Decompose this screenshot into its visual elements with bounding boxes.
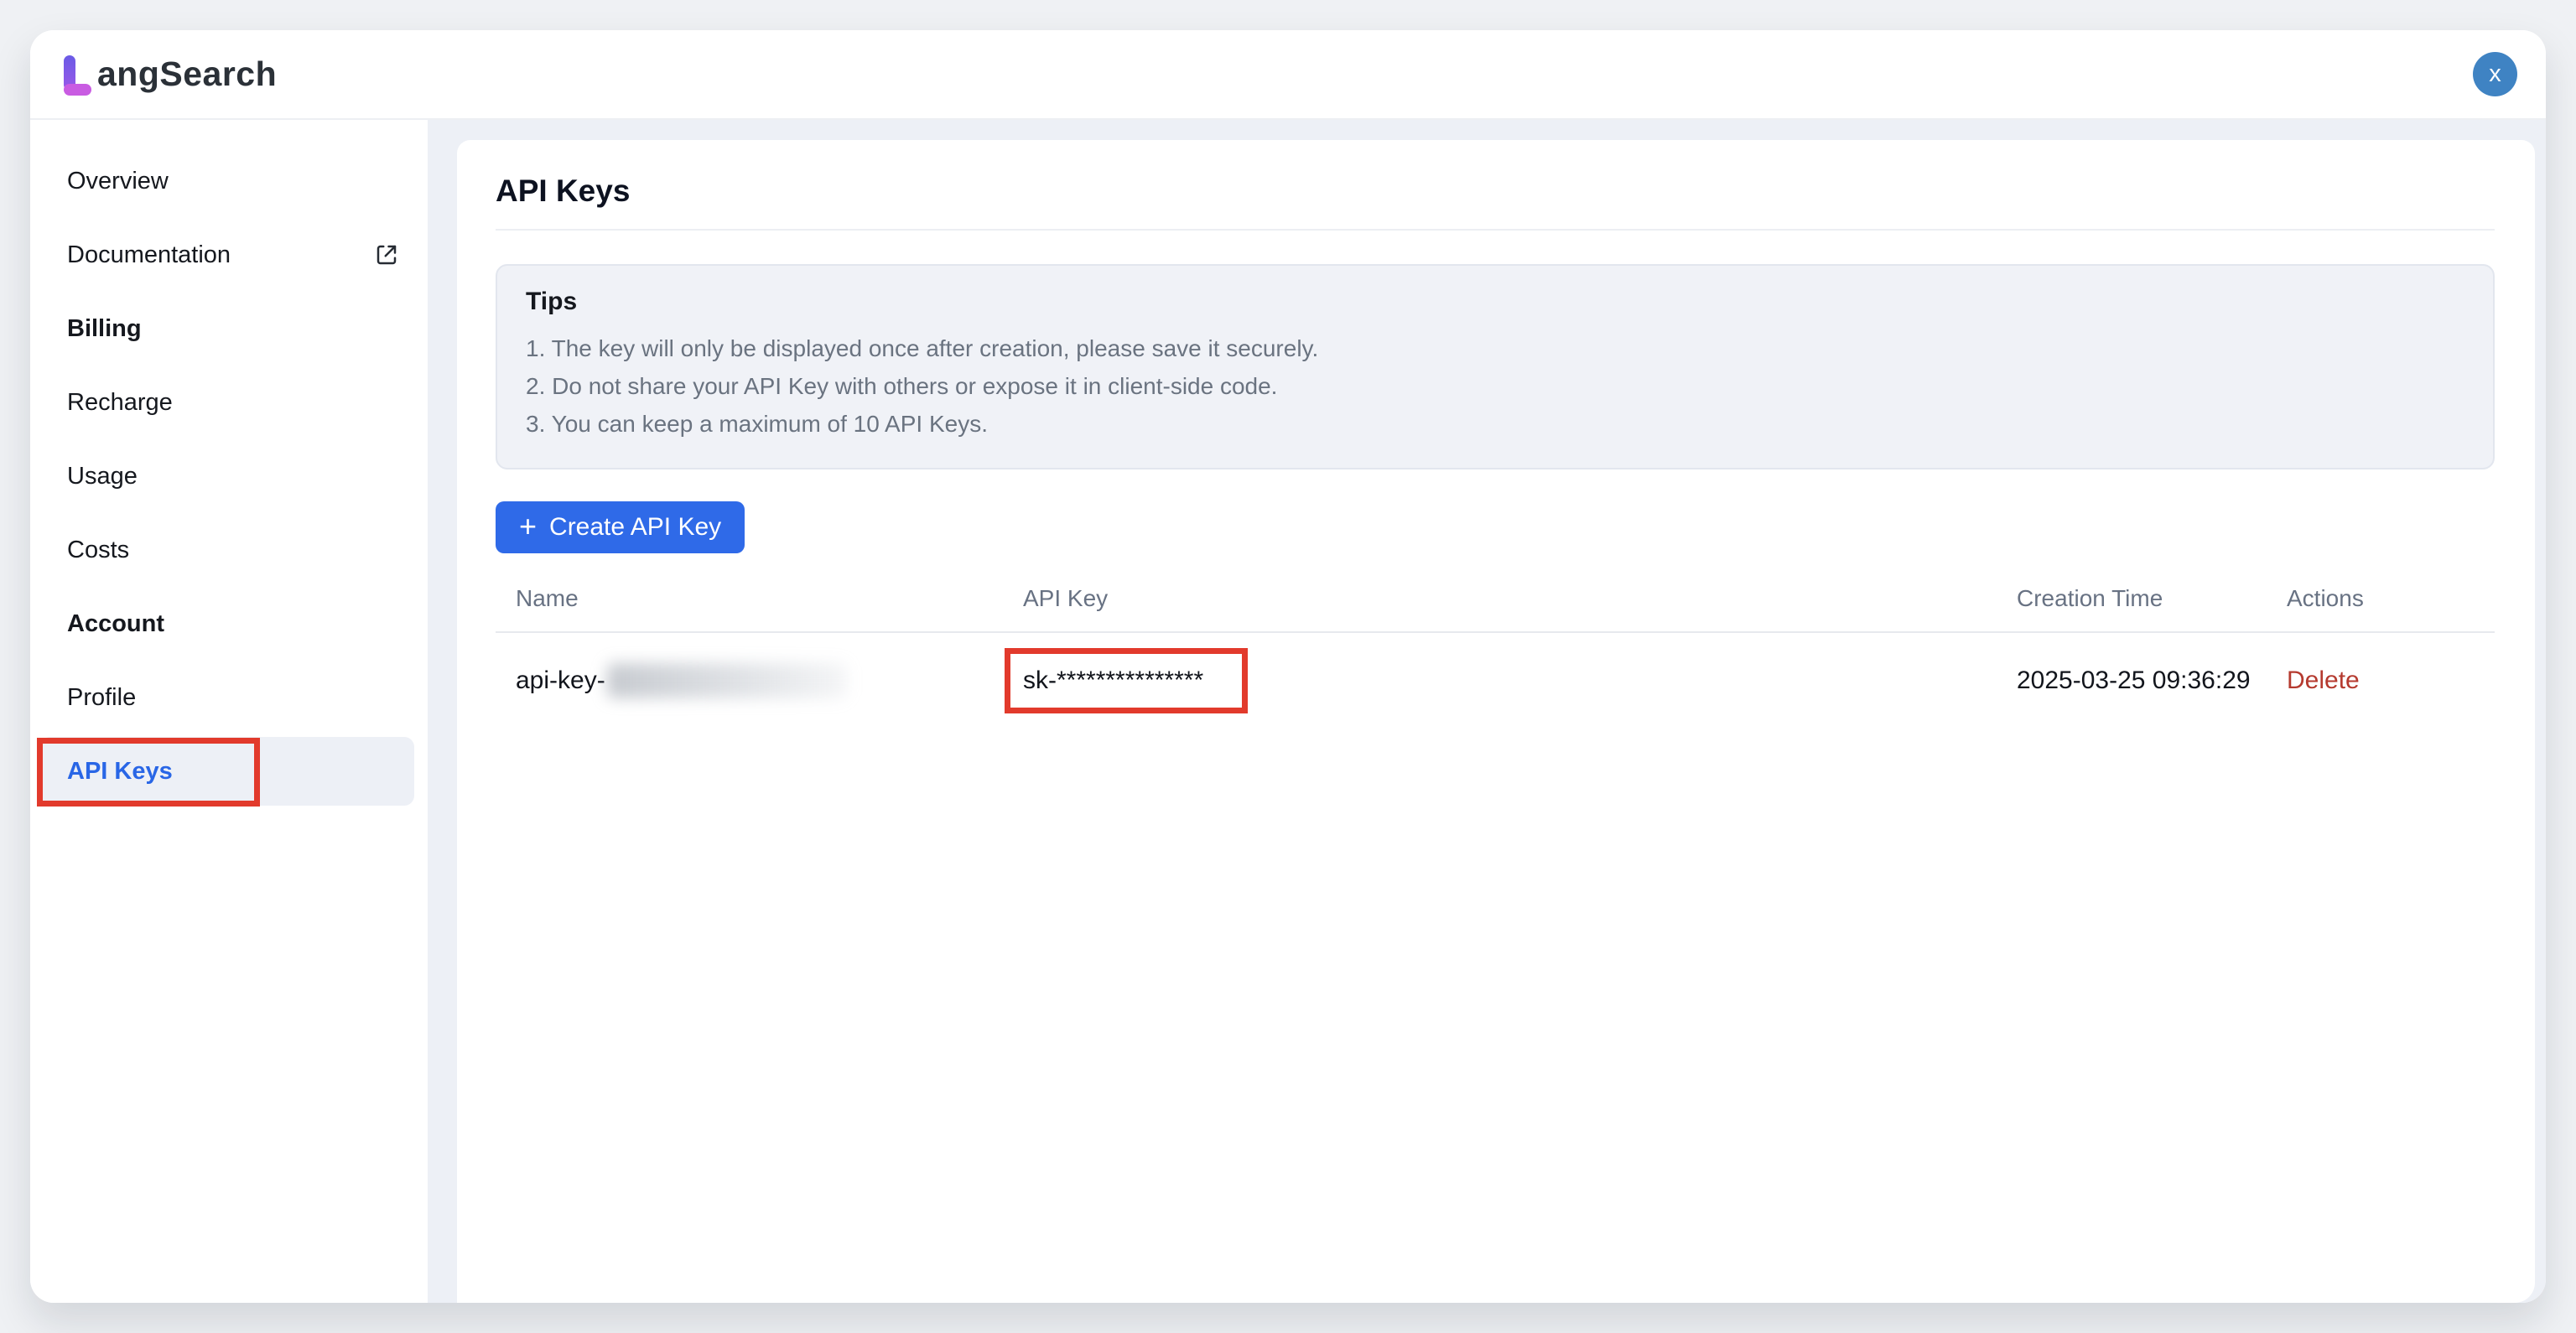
tips-title: Tips	[526, 288, 2464, 316]
tips-line-3: 3. You can keep a maximum of 10 API Keys…	[526, 405, 2464, 443]
sidebar-item-label: API Keys	[67, 758, 173, 786]
sidebar-item-label: Overview	[67, 168, 169, 195]
sidebar-item-label: Costs	[67, 537, 129, 564]
sidebar: Overview Documentation Billing Recharge	[30, 120, 428, 1303]
main-panel: API Keys Tips 1. The key will only be di…	[457, 140, 2535, 1303]
sidebar-section-label: Billing	[67, 315, 142, 343]
masked-api-key-text: sk-***************	[1023, 666, 1203, 694]
sidebar-item-api-keys[interactable]: API Keys	[40, 737, 414, 806]
table-header-row: Name API Key Creation Time Actions	[496, 565, 2495, 632]
create-api-key-button-label: Create API Key	[549, 513, 721, 542]
brand-logo: angSearch	[64, 54, 277, 96]
external-link-icon	[374, 242, 399, 267]
tips-line-2: 2. Do not share your API Key with others…	[526, 367, 2464, 405]
cell-api-key: sk-***************	[1023, 632, 2017, 728]
table-row: api-key- sk-*************** 2025-03-25 0…	[496, 632, 2495, 728]
api-key-name-text: api-key-	[516, 666, 605, 694]
column-header-actions: Actions	[2287, 565, 2495, 632]
brand-name: angSearch	[97, 54, 277, 94]
page-title: API Keys	[496, 174, 2495, 231]
sidebar-item-profile[interactable]: Profile	[30, 661, 428, 734]
content-region: API Keys Tips 1. The key will only be di…	[428, 120, 2546, 1303]
sidebar-item-label: Usage	[67, 463, 138, 490]
sidebar-item-label: Recharge	[67, 389, 173, 417]
sidebar-item-label: Documentation	[67, 241, 231, 269]
cell-actions: Delete	[2287, 632, 2495, 728]
sidebar-item-costs[interactable]: Costs	[30, 513, 428, 587]
user-avatar[interactable]: x	[2473, 52, 2517, 96]
api-keys-table: Name API Key Creation Time Actions api-k…	[496, 565, 2495, 728]
cell-name: api-key-	[496, 632, 1023, 728]
tips-box: Tips 1. The key will only be displayed o…	[496, 264, 2495, 469]
column-header-creation-time: Creation Time	[2017, 565, 2287, 632]
top-header: angSearch x	[30, 30, 2546, 120]
sidebar-section-label: Account	[67, 610, 164, 638]
sidebar-item-recharge[interactable]: Recharge	[30, 366, 428, 439]
brand-logo-l-icon	[64, 54, 95, 96]
body-row: Overview Documentation Billing Recharge	[30, 120, 2546, 1303]
column-header-api-key: API Key	[1023, 565, 2017, 632]
cell-creation-time: 2025-03-25 09:36:29	[2017, 632, 2287, 728]
user-avatar-letter: x	[2489, 62, 2501, 86]
plus-icon: +	[519, 511, 537, 542]
sidebar-item-documentation[interactable]: Documentation	[30, 218, 428, 292]
sidebar-item-label: Profile	[67, 684, 136, 712]
delete-link[interactable]: Delete	[2287, 666, 2360, 694]
tips-line-1: 1. The key will only be displayed once a…	[526, 329, 2464, 367]
column-header-name: Name	[496, 565, 1023, 632]
sidebar-section-account: Account	[30, 587, 428, 661]
annotation-box-api-key: sk-***************	[1005, 648, 1248, 713]
app-window: angSearch x Overview Documentation	[30, 30, 2546, 1303]
redacted-name-blur	[607, 663, 847, 698]
sidebar-item-usage[interactable]: Usage	[30, 439, 428, 513]
sidebar-item-overview[interactable]: Overview	[30, 144, 428, 218]
create-api-key-button[interactable]: + Create API Key	[496, 501, 745, 553]
sidebar-section-billing: Billing	[30, 292, 428, 366]
